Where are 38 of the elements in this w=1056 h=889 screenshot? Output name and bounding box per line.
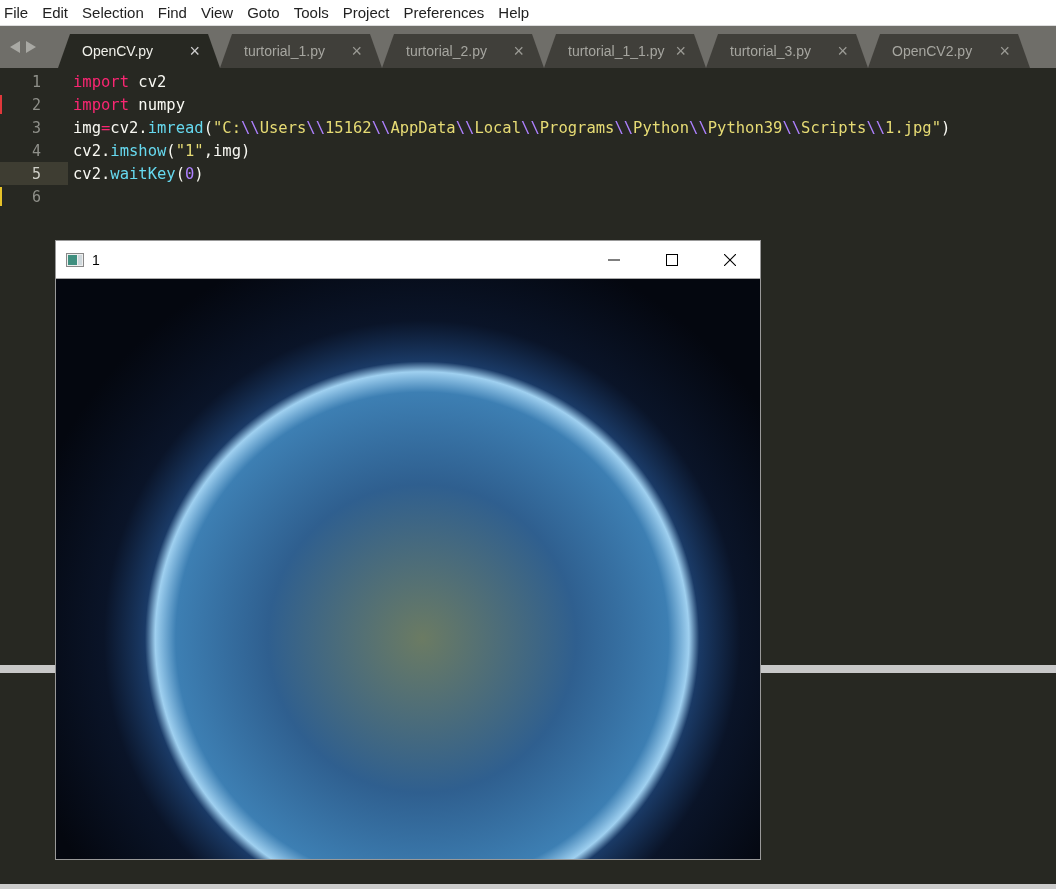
line-number: 5 bbox=[31, 164, 41, 183]
line-number: 2 bbox=[31, 95, 41, 114]
menu-item[interactable]: Goto bbox=[247, 4, 288, 21]
menu-item[interactable]: Find bbox=[157, 4, 195, 21]
file-tab[interactable]: turtorial_1_1.py × bbox=[544, 34, 706, 68]
code-line: img=cv2.imread("C:\\Users\\15162\\AppData\\Local\\Programs\\Python\\Python39\\Scripts\\1.jpg") bbox=[73, 118, 951, 137]
close-tab-button[interactable]: × bbox=[189, 40, 200, 62]
code-line: cv2.waitKey(0) bbox=[73, 164, 204, 183]
maximize-icon[interactable] bbox=[666, 253, 678, 266]
menu-item[interactable]: File bbox=[4, 4, 37, 21]
menu-item[interactable]: Tools bbox=[293, 4, 337, 21]
close-tab-button[interactable]: × bbox=[675, 40, 686, 62]
app-icon bbox=[66, 252, 84, 267]
menu-item[interactable]: Project bbox=[342, 4, 398, 21]
menu-item[interactable]: View bbox=[200, 4, 242, 21]
file-tab[interactable]: turtorial_1.py × bbox=[220, 34, 382, 68]
file-tab[interactable]: OpenCV.py × bbox=[58, 34, 220, 68]
code-line: import cv2 bbox=[73, 72, 167, 91]
close-tab-button[interactable]: × bbox=[513, 40, 524, 62]
code-line: cv2.imshow("1",img) bbox=[73, 141, 251, 160]
menu-item[interactable]: Edit bbox=[42, 4, 77, 21]
menu-item[interactable]: Selection bbox=[82, 4, 152, 21]
window-title: 1 bbox=[92, 251, 100, 268]
close-icon[interactable] bbox=[724, 253, 736, 266]
close-tab-button[interactable]: × bbox=[351, 40, 362, 62]
file-tab[interactable]: turtorial_2.py × bbox=[382, 34, 544, 68]
line-number: 6 bbox=[31, 187, 41, 206]
code-line: import numpy bbox=[73, 95, 185, 114]
file-tab[interactable]: turtorial_3.py × bbox=[706, 34, 868, 68]
menu-item[interactable]: Help bbox=[498, 4, 538, 21]
line-number: 1 bbox=[31, 72, 41, 91]
close-tab-button[interactable]: × bbox=[837, 40, 848, 62]
minimize-icon[interactable] bbox=[608, 258, 620, 261]
file-tab[interactable]: OpenCV2.py × bbox=[868, 34, 1030, 68]
line-number: 4 bbox=[31, 141, 41, 160]
line-number: 3 bbox=[31, 118, 41, 137]
close-tab-button[interactable]: × bbox=[999, 40, 1010, 62]
menu-item[interactable]: Preferences bbox=[403, 4, 493, 21]
